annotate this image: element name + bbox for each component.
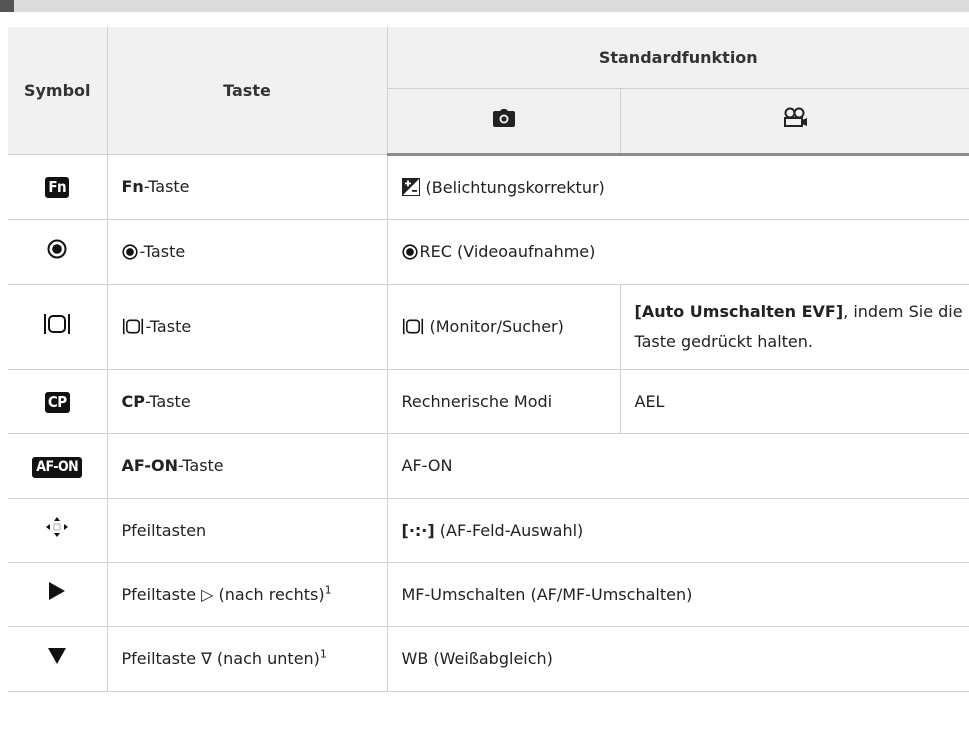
- monitor-switch-icon: [122, 318, 143, 335]
- table-row: Pfeiltaste ▷ (nach rechts)1 MF-Umschalte…: [8, 562, 969, 627]
- table-row: Pfeiltasten [·:·] (AF-Feld-Auswahl): [8, 498, 969, 563]
- exposure-compensation-icon: [401, 177, 420, 196]
- function-text-2: AEL: [620, 369, 969, 434]
- table-row: Fn Fn-Taste (Belichtungskorrektur): [8, 154, 969, 220]
- function-text: (AF-Feld-Auswahl): [434, 520, 584, 540]
- key-name: -Taste: [145, 317, 192, 336]
- table-row: Pfeiltaste ∇ (nach unten)1 WB (Weißabgle…: [8, 626, 969, 692]
- triangle-right-icon: [49, 582, 66, 600]
- monitor-switch-icon: [402, 318, 423, 335]
- fn-icon: Fn: [45, 177, 70, 198]
- af-on-icon: AF-ON: [32, 457, 83, 478]
- header-standardfunktion: Standardfunktion: [387, 27, 969, 89]
- header-symbol: Symbol: [8, 27, 108, 155]
- top-bar-mark: [0, 0, 14, 12]
- table-row: -Taste REC (Videoaufnahme): [8, 219, 969, 285]
- key-name: Pfeiltaste ∇ (nach unten): [121, 649, 320, 668]
- table-row: CP CP-Taste Rechnerische Modi AEL: [8, 369, 969, 434]
- header-taste: Taste: [107, 27, 388, 155]
- function-text: (Belichtungskorrektur): [425, 177, 605, 197]
- key-name: Pfeiltasten: [107, 498, 388, 563]
- function-text: WB (Weißabgleich): [387, 626, 969, 692]
- camera-icon: [492, 108, 515, 127]
- record-icon: [401, 244, 418, 260]
- monitor-switch-icon: [44, 313, 71, 334]
- footnote-mark: 1: [319, 647, 327, 661]
- key-name: -Taste: [177, 456, 224, 475]
- af-area-icon: [·:·]: [401, 520, 435, 540]
- function-text: (Monitor/Sucher): [429, 317, 564, 336]
- function-text: REC (Videoaufnahme): [419, 242, 596, 261]
- key-name-bold: AF-ON: [121, 456, 178, 475]
- function-text: MF-Umschalten (AF/MF-Umschalten): [387, 562, 969, 627]
- key-name-bold: CP: [121, 391, 145, 411]
- key-name-bold: Fn: [121, 177, 144, 196]
- triangle-down-icon: [48, 647, 67, 664]
- top-bar: [0, 0, 969, 12]
- function-bold: [Auto Umschalten EVF]: [634, 302, 844, 321]
- key-name: -Taste: [139, 242, 186, 261]
- cp-icon: CP: [44, 391, 70, 413]
- record-icon: [121, 244, 138, 260]
- table-row: -Taste (Monitor/Sucher) [Auto Umschalten…: [8, 284, 969, 370]
- key-name: -Taste: [144, 391, 191, 411]
- key-name: Pfeiltaste ▷ (nach rechts): [121, 584, 325, 604]
- key-name: -Taste: [143, 177, 190, 196]
- header-photo-column: [387, 88, 621, 156]
- movie-camera-icon: [783, 107, 807, 127]
- button-function-table: Symbol Taste Standardfunktion Fn Fn-Tast…: [8, 27, 969, 692]
- header-movie-column: [620, 88, 969, 156]
- table-row: AF-ON AF-ON-Taste AF-ON: [8, 433, 969, 499]
- footnote-mark: 1: [324, 583, 332, 597]
- record-icon: [47, 239, 67, 258]
- function-text: Rechnerische Modi: [387, 369, 621, 434]
- arrow-pad-icon: [46, 517, 69, 537]
- function-text: AF-ON: [387, 433, 969, 499]
